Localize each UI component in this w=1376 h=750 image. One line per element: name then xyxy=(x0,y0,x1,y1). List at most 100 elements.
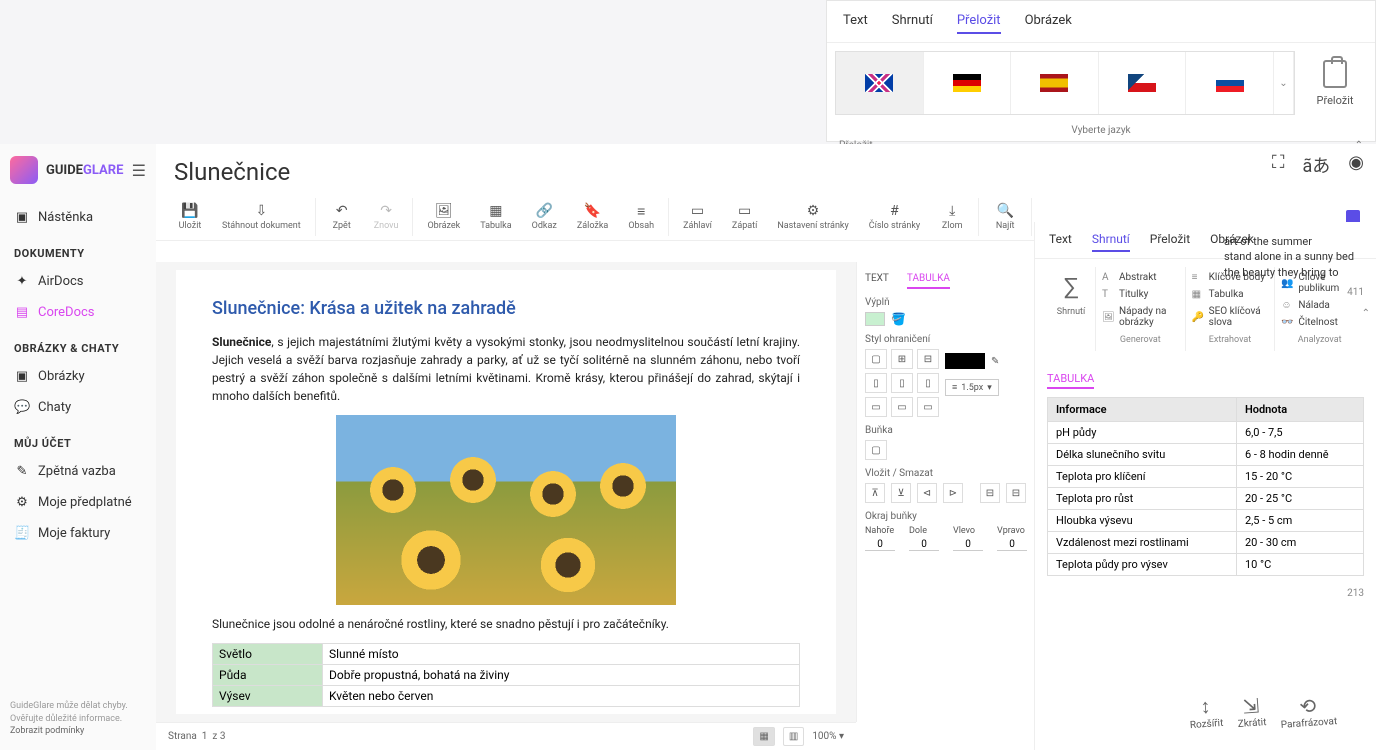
delete-col[interactable]: ⊟ xyxy=(1006,483,1026,503)
tab-translate[interactable]: Přeložit xyxy=(957,9,1001,34)
border-center-h[interactable]: ▭ xyxy=(891,397,913,417)
margin-vpravo[interactable] xyxy=(997,539,1027,551)
translate-button-label: Přeložit xyxy=(1317,94,1354,107)
summary-option[interactable]: AAbstrakt xyxy=(1102,269,1179,286)
toolbar-najít[interactable]: 🔍Najít xyxy=(983,198,1027,236)
margin-vlevo[interactable] xyxy=(953,539,983,551)
terms-link[interactable]: Zobrazit podmínky xyxy=(10,726,84,736)
toolbar-odkaz[interactable]: 🔗Odkaz xyxy=(522,198,567,236)
sidebar-item-chats[interactable]: 💬Chaty xyxy=(10,392,146,423)
page[interactable]: Slunečnice: Krása a užitek na zahradě Sl… xyxy=(176,270,836,714)
summary-option[interactable]: 🖼Nápady na obrázky xyxy=(1102,303,1179,331)
border-all[interactable]: ⊞ xyxy=(891,349,913,369)
sidebar-item-coredocs[interactable]: ▤CoreDocs xyxy=(10,297,146,328)
prop-border-label: Styl ohraničení xyxy=(865,334,1026,345)
summary-option[interactable]: TTitulky xyxy=(1102,286,1179,303)
border-grid: ▢⊞⊟ ▯▯▯ ▭▭▭ xyxy=(865,349,939,417)
flag-de-icon xyxy=(953,74,981,92)
toolbar-zlom[interactable]: ⤓Zlom xyxy=(930,198,974,236)
prop-cell-label: Buňka xyxy=(865,425,1026,436)
sum-tab-text[interactable]: Text xyxy=(1049,228,1072,252)
user-icon[interactable]: ◉ xyxy=(1348,152,1364,178)
merge-cells[interactable]: ▢ xyxy=(865,440,887,460)
translate-action[interactable]: Přeložit xyxy=(1295,60,1375,107)
insert-row-above[interactable]: ⊼ xyxy=(865,483,885,503)
toolbar-záhlaví[interactable]: ▭Záhlaví xyxy=(673,198,722,236)
pencil-icon[interactable]: ✎ xyxy=(991,356,999,367)
margin-dole[interactable] xyxy=(909,539,939,551)
expand-button[interactable]: ↕Rozšířit xyxy=(1188,693,1224,731)
tab-summary[interactable]: Shrnutí xyxy=(892,9,933,34)
summary-option[interactable]: 🔑SEO klíčová slova xyxy=(1192,303,1269,331)
view-mode-page[interactable]: ▦ xyxy=(753,727,774,746)
margin-nahoře[interactable] xyxy=(865,539,895,551)
sum-tab-summary[interactable]: Shrnutí xyxy=(1092,228,1130,252)
tab-text[interactable]: Text xyxy=(843,9,868,34)
hamburger-icon[interactable]: ☰ xyxy=(132,161,146,180)
border-outer[interactable]: ▢ xyxy=(865,349,887,369)
summary-action[interactable]: ∑ Shrnutí xyxy=(1047,267,1095,351)
border-bottom[interactable]: ▭ xyxy=(917,397,939,417)
table-row[interactable]: PůdaDobře propustná, bohatá na živiny xyxy=(213,665,800,686)
fullscreen-icon[interactable]: ⛶ xyxy=(1272,152,1285,178)
sidebar-item-feedback[interactable]: ✎Zpětná vazba xyxy=(10,456,146,487)
translate-icon[interactable]: ãあ xyxy=(1302,152,1330,178)
lang-more-dropdown[interactable]: ⌄ xyxy=(1274,52,1294,114)
lang-de[interactable] xyxy=(924,52,1012,114)
view-mode-web[interactable]: ▥ xyxy=(783,727,804,746)
insert-col-left[interactable]: ⊲ xyxy=(917,483,937,503)
lang-es[interactable] xyxy=(1011,52,1099,114)
tab-image[interactable]: Obrázek xyxy=(1025,9,1072,34)
sidebar-item-subscription[interactable]: ⚙Moje předplatné xyxy=(10,487,146,518)
border-thickness[interactable]: ≡ 1.5px ▾ xyxy=(945,379,999,396)
table-row[interactable]: SvětloSlunné místo xyxy=(213,644,800,665)
table-row: Délka slunečního svitu6 - 8 hodin denně xyxy=(1048,444,1364,466)
zoom-level[interactable]: 100% ▾ xyxy=(812,731,844,742)
toolbar-stáhnout-dokument[interactable]: ⇩Stáhnout dokument xyxy=(212,198,311,236)
bucket-icon[interactable]: 🪣 xyxy=(891,312,906,326)
toolbar-nastavení-stránky[interactable]: ⚙Nastavení stránky xyxy=(767,198,858,236)
sum-tab-translate[interactable]: Přeložit xyxy=(1150,228,1190,252)
toolbar-znovu[interactable]: ↷Znovu xyxy=(364,198,409,236)
prop-tab-table[interactable]: TABULKA xyxy=(907,270,950,289)
prop-insert-label: Vložit / Smazat xyxy=(865,468,1026,479)
border-right[interactable]: ▯ xyxy=(917,373,939,393)
invoices-icon: 🧾 xyxy=(14,526,30,541)
paraphrase-button[interactable]: ⟲Parafrázovat xyxy=(1278,692,1337,732)
insert-row-below[interactable]: ⊻ xyxy=(891,483,911,503)
sidebar-item-airdocs[interactable]: ✦AirDocs xyxy=(10,266,146,297)
border-inner[interactable]: ⊟ xyxy=(917,349,939,369)
doc-paragraph-1: Slunečnice, s jejich majestátními žlutým… xyxy=(212,333,800,405)
toolbar-obsah[interactable]: ≡Obsah xyxy=(618,198,664,236)
lang-en[interactable] xyxy=(836,52,924,114)
overflow-text: art of the summer stand alone in a sunny… xyxy=(1224,234,1364,300)
border-top[interactable]: ▭ xyxy=(865,397,887,417)
delete-row[interactable]: ⊟ xyxy=(980,483,1000,503)
sidebar-item-invoices[interactable]: 🧾Moje faktury xyxy=(10,518,146,549)
table-section-tab[interactable]: TABULKA xyxy=(1047,370,1094,389)
toolbar-záložka[interactable]: 🔖Záložka xyxy=(567,198,618,236)
toolbar-obrázek[interactable]: 🖼Obrázek xyxy=(417,198,470,236)
border-center-v[interactable]: ▯ xyxy=(891,373,913,393)
shorten-button[interactable]: ⇲Zkrátit xyxy=(1236,693,1267,731)
toolbar-zpět[interactable]: ↶Zpět xyxy=(320,198,364,236)
lang-sk[interactable] xyxy=(1186,52,1274,114)
doc-mini-table[interactable]: SvětloSlunné místoPůdaDobře propustná, b… xyxy=(212,643,800,707)
toolbar-tabulka[interactable]: ▦Tabulka xyxy=(470,198,521,236)
table-row[interactable]: VýsevKvěten nebo červen xyxy=(213,686,800,707)
sidebar-item-images[interactable]: ▣Obrázky xyxy=(10,361,146,392)
prop-tab-text[interactable]: TEXT xyxy=(865,270,889,289)
border-color[interactable] xyxy=(945,353,985,369)
border-left[interactable]: ▯ xyxy=(865,373,887,393)
summary-option[interactable]: 👓Čitelnost xyxy=(1281,314,1358,331)
sigma-icon: ∑ xyxy=(1064,273,1078,301)
sidebar-item-dashboard[interactable]: ▣Nástěnka xyxy=(10,202,146,233)
toolbar-uložit[interactable]: 💾Uložit xyxy=(168,198,212,236)
toolbar-zápatí[interactable]: ▭Zápatí xyxy=(722,198,767,236)
collapse-summary-icon[interactable]: ⌃ xyxy=(1362,308,1370,319)
translate-panel: Text Shrnutí Přeložit Obrázek ⌄ Přeložit… xyxy=(826,0,1376,142)
toolbar-číslo-stránky[interactable]: #Číslo stránky xyxy=(859,198,930,236)
insert-col-right[interactable]: ⊳ xyxy=(943,483,963,503)
fill-color-swatch[interactable] xyxy=(865,312,885,326)
lang-cz[interactable] xyxy=(1099,52,1187,114)
